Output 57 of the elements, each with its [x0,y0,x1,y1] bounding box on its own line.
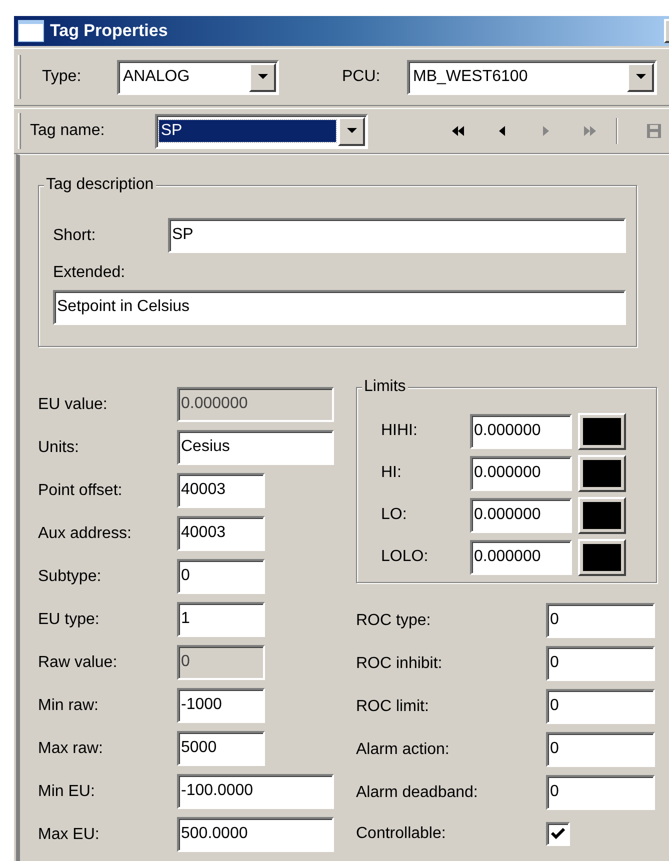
checkbox[interactable] [546,822,570,846]
field-label: HIHI: [381,421,418,441]
input-field[interactable]: Cesius [177,430,334,465]
input-field[interactable]: 0 [546,603,655,638]
pcu-label: PCU: [342,67,382,87]
input-field[interactable]: 0 [546,689,655,724]
field-label: Max raw: [38,738,104,758]
type-label: Type: [42,67,82,87]
window-title: Tag Properties [50,20,169,42]
checkmark-icon [551,828,565,840]
field-label: Short: [53,226,97,246]
input-field[interactable]: 0.000000 [470,414,572,448]
field-label: ROC limit: [356,696,430,716]
field-label: Min raw: [38,696,100,716]
color-picker-button[interactable] [578,538,626,576]
tag-name-dropdown[interactable]: SP [154,114,368,148]
field-label: EU type: [38,610,100,630]
input-field[interactable]: 0 [546,732,655,767]
input-field[interactable]: -1000 [177,688,265,723]
field-label: LOLO: [381,547,430,567]
field-label: Subtype: [38,566,102,586]
field-label: Extended: [53,263,126,283]
field-label: Min EU: [38,782,96,802]
input-field[interactable]: 1 [177,602,265,637]
extended-description-field[interactable]: Setpoint in Celsius [53,290,626,325]
field-label: EU value: [38,394,108,414]
type-dropdown[interactable]: ANALOG [117,60,279,94]
field-label: LO: [381,505,408,525]
input-field[interactable]: 500.0000 [177,817,334,852]
field-label: Aux address: [38,524,132,544]
input-field[interactable]: 0 [177,559,265,594]
field-label: Controllable: [356,824,447,844]
field-label: ROC inhibit: [356,654,444,674]
field-label: Units: [38,438,80,458]
field-label: Max EU: [38,824,100,844]
field-label: Point offset: [38,480,124,500]
field-label: Raw value: [38,652,118,672]
input-field[interactable]: 40003 [177,473,265,508]
color-picker-button[interactable] [578,454,626,492]
input-field[interactable]: 0.000000 [470,498,572,532]
input-field[interactable]: 0.000000 [470,540,572,574]
short-description-field[interactable]: SP [168,218,626,253]
input-field[interactable]: 0 [546,646,655,681]
input-field[interactable]: -100.0000 [177,774,334,809]
field-label: Alarm action: [356,740,450,760]
window-icon [18,20,44,42]
input-field[interactable]: 40003 [177,516,265,551]
input-field[interactable]: 0.000000 [470,456,572,490]
tag-name-label: Tag name: [30,121,106,141]
field-label: Alarm deadband: [356,782,479,802]
input-field[interactable]: 0 [546,775,655,810]
input-field[interactable]: 5000 [177,731,265,766]
field-label: ROC type: [356,610,432,630]
pcu-dropdown[interactable]: MB_WEST6100 [407,60,657,94]
color-picker-button[interactable] [578,412,626,450]
field-label: HI: [381,463,402,483]
color-picker-button[interactable] [578,496,626,534]
